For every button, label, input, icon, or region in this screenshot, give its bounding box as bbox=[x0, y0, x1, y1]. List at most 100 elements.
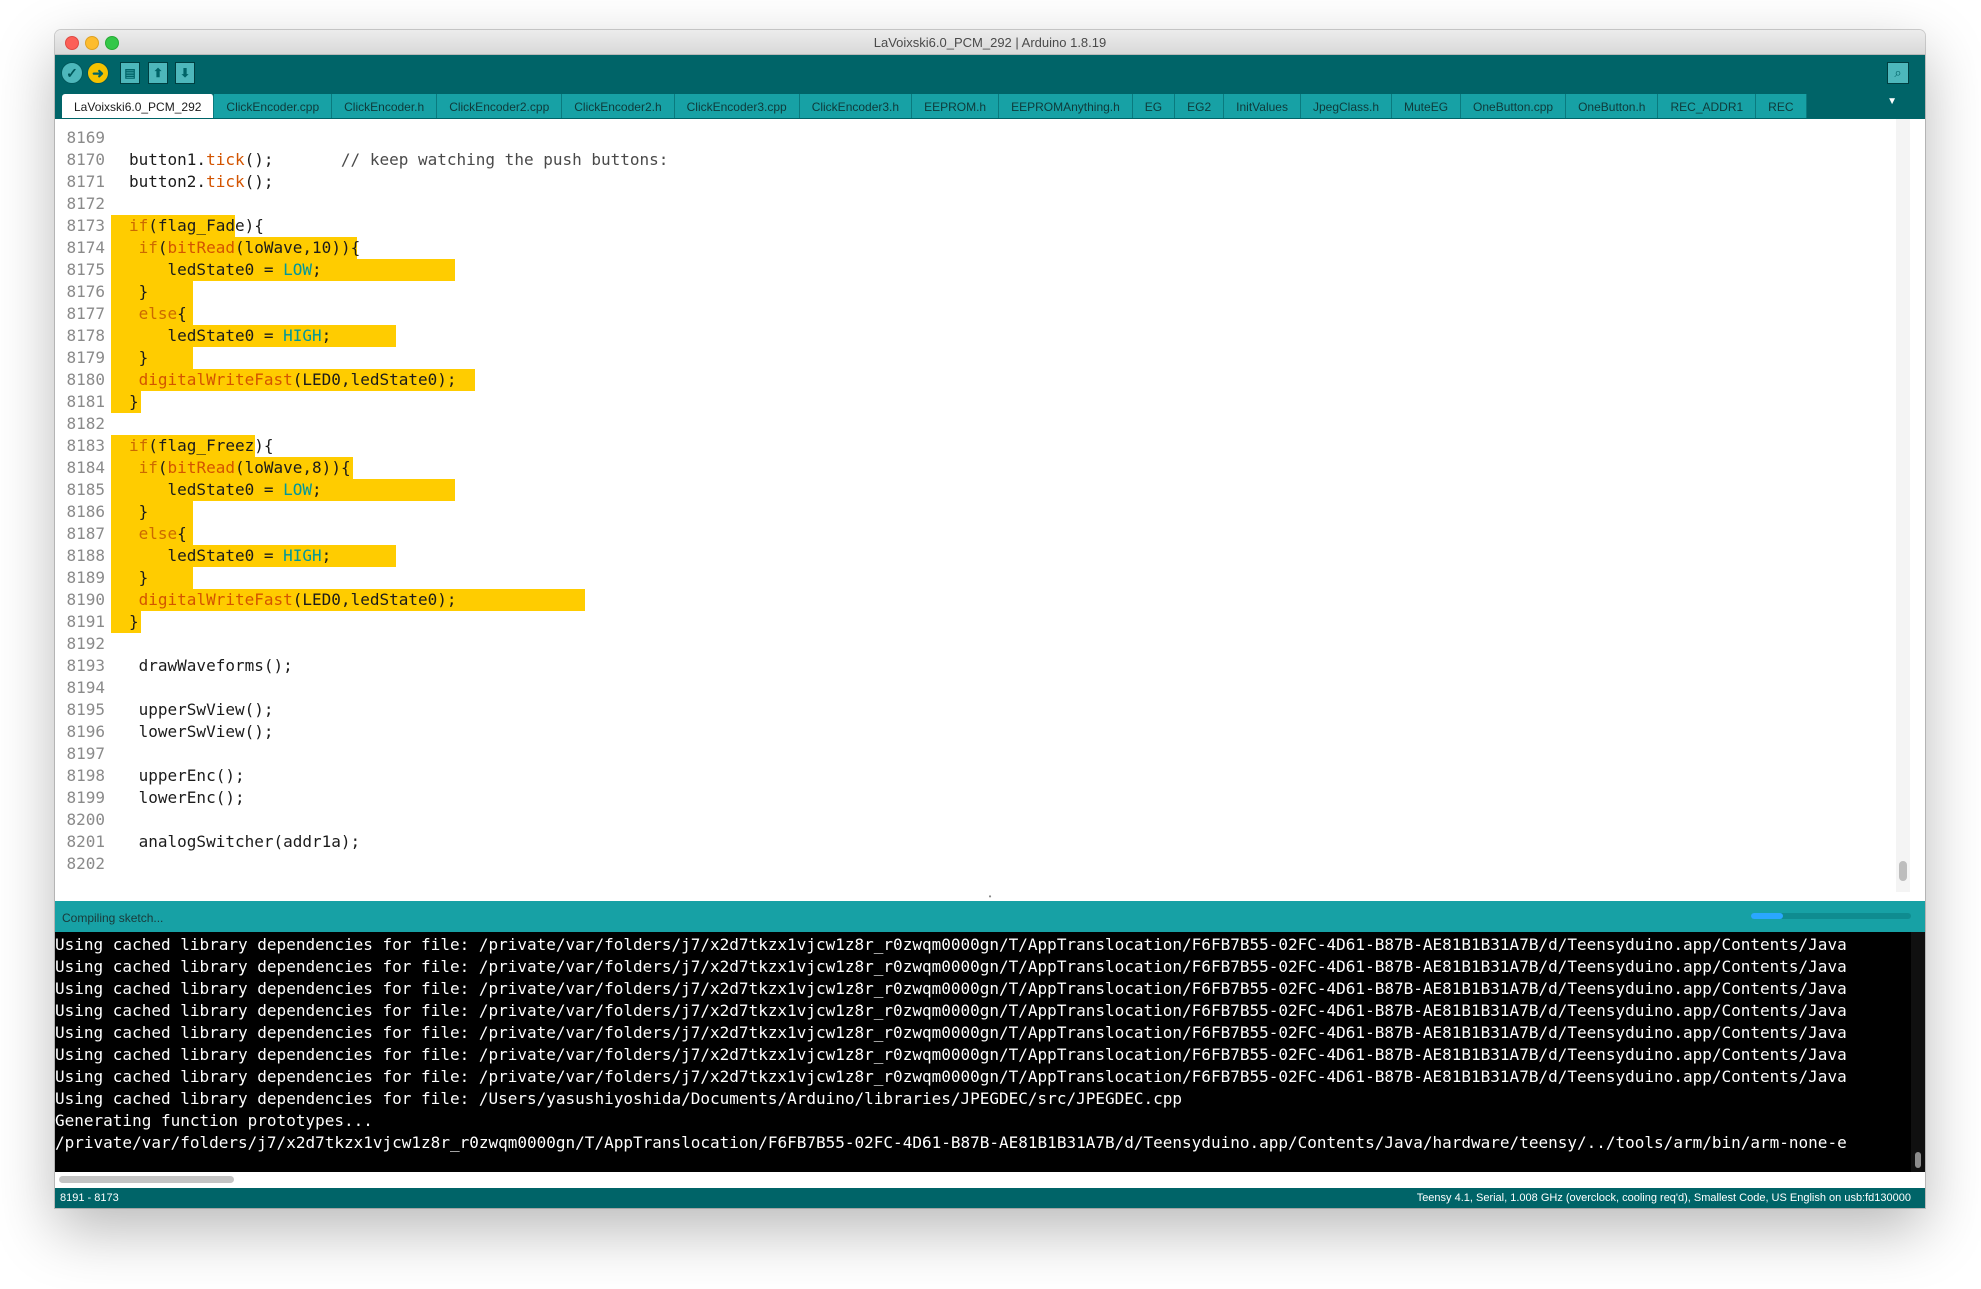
code-line[interactable]: 8200 bbox=[55, 809, 1905, 831]
line-number: 8201 bbox=[66, 832, 105, 851]
code-line[interactable]: 8171 button2.tick(); bbox=[55, 171, 1905, 193]
code-text: button2.tick(); bbox=[129, 172, 274, 191]
code-text: if(flag_Freez){ bbox=[129, 436, 274, 455]
code-line[interactable]: 8178 ledState0 = HIGH; bbox=[55, 325, 1905, 347]
tab-eeprom-h[interactable]: EEPROM.h bbox=[912, 94, 1000, 118]
tab-clickencoder-cpp[interactable]: ClickEncoder.cpp bbox=[214, 94, 333, 118]
tab-eg[interactable]: EG bbox=[1132, 94, 1176, 118]
title-bar[interactable]: LaVoixski6.0_PCM_292 | Arduino 1.8.19 bbox=[55, 30, 1925, 55]
code-line[interactable]: 8198 upperEnc(); bbox=[55, 765, 1905, 787]
code-text: lowerEnc(); bbox=[129, 788, 245, 807]
code-line[interactable]: 8179 } bbox=[55, 347, 1905, 369]
code-line[interactable]: 8193 drawWaveforms(); bbox=[55, 655, 1905, 677]
new-sketch-button[interactable]: ▤ bbox=[120, 62, 140, 84]
tab-rec-addr1[interactable]: REC_ADDR1 bbox=[1658, 94, 1757, 118]
code-line[interactable]: 8173 if(flag_Fade){ bbox=[55, 215, 1905, 237]
code-line[interactable]: 8176 } bbox=[55, 281, 1905, 303]
tab-eepromanything-h[interactable]: EEPROMAnything.h bbox=[999, 94, 1133, 118]
tab-initvalues[interactable]: InitValues bbox=[1224, 94, 1301, 118]
line-number: 8191 bbox=[66, 612, 105, 631]
verify-button[interactable]: ✓ bbox=[61, 62, 83, 84]
tab-eg2[interactable]: EG2 bbox=[1175, 94, 1225, 118]
code-text: } bbox=[129, 502, 149, 521]
console-line: Using cached library dependencies for fi… bbox=[55, 1067, 1847, 1086]
code-line[interactable]: 8188 ledState0 = HIGH; bbox=[55, 545, 1905, 567]
scroll-thumb[interactable] bbox=[1899, 861, 1907, 881]
code-line[interactable]: 8201 analogSwitcher(addr1a); bbox=[55, 831, 1905, 853]
console-output[interactable]: Using cached library dependencies for fi… bbox=[55, 932, 1925, 1172]
console-line: Using cached library dependencies for fi… bbox=[55, 1001, 1847, 1020]
line-number: 8192 bbox=[66, 634, 105, 653]
code-line[interactable]: 8190 digitalWriteFast(LED0,ledState0); bbox=[55, 589, 1905, 611]
console-vertical-scrollbar[interactable] bbox=[1911, 932, 1925, 1172]
code-line[interactable]: 8183 if(flag_Freez){ bbox=[55, 435, 1905, 457]
code-line[interactable]: 8202 bbox=[55, 853, 1905, 875]
tab-jpegclass-h[interactable]: JpegClass.h bbox=[1300, 94, 1393, 118]
console-horizontal-scrollbar[interactable] bbox=[55, 1173, 1925, 1185]
code-line[interactable]: 8185 ledState0 = LOW; bbox=[55, 479, 1905, 501]
code-line[interactable]: 8184 if(bitRead(loWave,8)){ bbox=[55, 457, 1905, 479]
code-line[interactable]: 8170 button1.tick(); // keep watching the… bbox=[55, 149, 1905, 171]
code-editor[interactable]: 8169 8170 button1.tick(); // keep watching… bbox=[55, 119, 1910, 899]
code-text: if(flag_Fade){ bbox=[129, 216, 264, 235]
code-line[interactable]: 8189 } bbox=[55, 567, 1905, 589]
code-line[interactable]: 8181} bbox=[55, 391, 1905, 413]
line-number: 8178 bbox=[66, 326, 105, 345]
tab-clickencoder3-cpp[interactable]: ClickEncoder3.cpp bbox=[674, 94, 800, 118]
code-text: } bbox=[129, 568, 149, 587]
tab-rec[interactable]: REC bbox=[1756, 94, 1807, 118]
editor-vertical-scrollbar[interactable] bbox=[1896, 119, 1910, 899]
line-number: 8171 bbox=[66, 172, 105, 191]
line-number: 8198 bbox=[66, 766, 105, 785]
save-sketch-button[interactable]: ⬇ bbox=[175, 62, 195, 84]
code-text: else{ bbox=[138, 304, 187, 323]
tab-menu-arrow-icon[interactable]: ▼ bbox=[1887, 96, 1897, 107]
code-line[interactable]: 8196 lowerSwView(); bbox=[55, 721, 1905, 743]
tab-muteeg[interactable]: MuteEG bbox=[1392, 94, 1462, 118]
checkmark-icon: ✓ bbox=[66, 64, 78, 81]
new-file-icon: ▤ bbox=[124, 66, 136, 80]
code-line[interactable]: 8182 bbox=[55, 413, 1905, 435]
line-number: 8176 bbox=[66, 282, 105, 301]
code-line[interactable]: 8169 bbox=[55, 127, 1905, 149]
code-line[interactable]: 8186 } bbox=[55, 501, 1905, 523]
right-arrow-icon: ➜ bbox=[92, 64, 104, 81]
code-text: drawWaveforms(); bbox=[129, 656, 293, 675]
line-number: 8194 bbox=[66, 678, 105, 697]
tab-clickencoder3-h[interactable]: ClickEncoder3.h bbox=[799, 94, 913, 118]
board-info: Teensy 4.1, Serial, 1.008 GHz (overclock… bbox=[1416, 1192, 1911, 1204]
code-line[interactable]: 8191} bbox=[55, 611, 1905, 633]
code-line[interactable]: 8174 if(bitRead(loWave,10)){ bbox=[55, 237, 1905, 259]
line-range: 8191 - 8173 bbox=[60, 1192, 119, 1204]
code-line[interactable]: 8180 digitalWriteFast(LED0,ledState0); bbox=[55, 369, 1905, 391]
serial-monitor-button[interactable]: ⌕ bbox=[1887, 62, 1909, 84]
code-line[interactable]: 8177 else{ bbox=[55, 303, 1905, 325]
console-line: Using cached library dependencies for fi… bbox=[55, 957, 1847, 976]
tab-onebutton-cpp[interactable]: OneButton.cpp bbox=[1461, 94, 1567, 118]
upload-button[interactable]: ➜ bbox=[87, 62, 109, 84]
code-text: if(bitRead(loWave,10)){ bbox=[138, 238, 361, 257]
line-number: 8187 bbox=[66, 524, 105, 543]
scroll-thumb[interactable] bbox=[59, 1176, 234, 1183]
code-line[interactable]: 8194 bbox=[55, 677, 1905, 699]
code-line[interactable]: 8197 bbox=[55, 743, 1905, 765]
tab-clickencoder2-cpp[interactable]: ClickEncoder2.cpp bbox=[437, 94, 563, 118]
line-number: 8190 bbox=[66, 590, 105, 609]
code-line[interactable]: 8187 else{ bbox=[55, 523, 1905, 545]
tab-clickencoder2-h[interactable]: ClickEncoder2.h bbox=[562, 94, 675, 118]
line-number: 8175 bbox=[66, 260, 105, 279]
code-line[interactable]: 8175 ledState0 = LOW; bbox=[55, 259, 1905, 281]
tab-onebutton-h[interactable]: OneButton.h bbox=[1566, 94, 1659, 118]
code-line[interactable]: 8192 bbox=[55, 633, 1905, 655]
code-line[interactable]: 8199 lowerEnc(); bbox=[55, 787, 1905, 809]
open-sketch-button[interactable]: ⬆ bbox=[148, 62, 168, 84]
arduino-window: LaVoixski6.0_PCM_292 | Arduino 1.8.19 ✓ … bbox=[55, 30, 1925, 1208]
tab-lavoixski6-0-pcm-292[interactable]: LaVoixski6.0_PCM_292 bbox=[62, 94, 215, 118]
code-text: digitalWriteFast(LED0,ledState0); bbox=[138, 590, 457, 609]
code-line[interactable]: 8195 upperSwView(); bbox=[55, 699, 1905, 721]
code-line[interactable]: 8172 bbox=[55, 193, 1905, 215]
save-icon: ⬇ bbox=[179, 66, 191, 80]
tab-clickencoder-h[interactable]: ClickEncoder.h bbox=[332, 94, 438, 118]
line-number: 8174 bbox=[66, 238, 105, 257]
scroll-thumb[interactable] bbox=[1915, 1152, 1921, 1168]
